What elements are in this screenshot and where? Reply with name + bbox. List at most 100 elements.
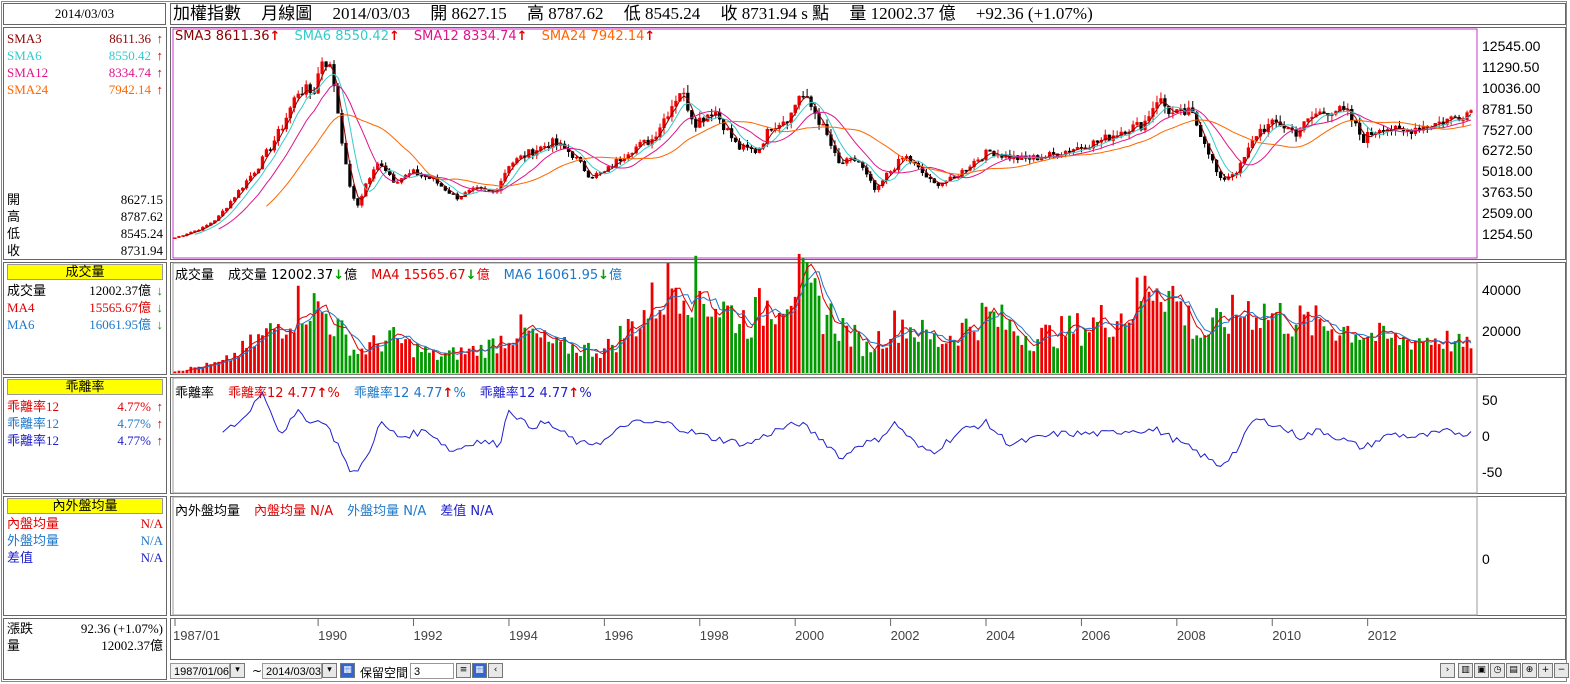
volume-bar: [237, 356, 240, 373]
volume-bar: [439, 356, 443, 373]
candle-body: [304, 84, 308, 95]
price-y-tick: 7527.00: [1482, 121, 1533, 138]
start-date-dropdown-icon[interactable]: ▾: [230, 663, 245, 678]
chart-tool-icon-2[interactable]: ▣: [1474, 663, 1489, 678]
candle-body: [1218, 171, 1223, 178]
volume-bar: [1338, 335, 1342, 373]
bias-y-tick: -50: [1482, 464, 1503, 481]
volume-bar: [1354, 335, 1358, 373]
volume-bar: [913, 337, 916, 373]
volume-bar: [487, 339, 491, 373]
scroll-left-icon[interactable]: ‹: [488, 663, 503, 678]
zoom-in-icon[interactable]: +: [1538, 663, 1553, 678]
volume-bar: [1258, 328, 1262, 373]
chart-tool-icon-5[interactable]: ⊕: [1522, 663, 1537, 678]
spin-icon[interactable]: ≡: [456, 663, 471, 678]
volume-bar: [936, 346, 940, 373]
volume-bar: [1469, 348, 1473, 373]
volume-bar: [940, 344, 944, 373]
volume-bar: [292, 332, 296, 373]
volume-bar: [1374, 340, 1378, 373]
volume-bar: [571, 344, 574, 373]
candle-body: [710, 114, 714, 117]
volume-bar: [284, 334, 288, 373]
volume-bar: [225, 355, 229, 373]
volume-bar: [1060, 316, 1063, 373]
bias-y-tick: 50: [1482, 392, 1498, 409]
x-tick-label: 1996: [604, 628, 634, 643]
chart-tool-icon-4[interactable]: ▤: [1506, 663, 1521, 678]
end-date-dropdown-icon[interactable]: ▾: [322, 663, 337, 678]
candle-body: [1143, 120, 1147, 131]
volume-bar: [503, 348, 507, 373]
price-y-tick: 3763.50: [1482, 184, 1533, 201]
volume-bar: [1394, 332, 1397, 373]
start-date-field[interactable]: 1987/01/06: [170, 663, 230, 679]
apply-reserve-icon[interactable]: ▦: [472, 663, 487, 678]
volume-bar: [909, 327, 912, 373]
volume-bar: [1362, 337, 1366, 373]
volume-bar: [587, 342, 590, 373]
inout-y-tick: 0: [1482, 551, 1490, 567]
volume-bar: [1346, 325, 1350, 373]
x-tick-label: 2008: [1176, 628, 1206, 643]
candle-body: [801, 95, 805, 98]
volume-bar: [1127, 322, 1131, 373]
volume-bar: [1318, 319, 1322, 373]
volume-bar: [384, 340, 388, 373]
volume-bar: [1282, 333, 1286, 373]
scroll-right-icon[interactable]: ›: [1440, 663, 1455, 678]
reserve-space-input[interactable]: 3: [410, 663, 454, 679]
volume-bar: [666, 263, 670, 373]
candle-body: [1135, 122, 1139, 125]
candle-body: [642, 139, 646, 143]
volume-bar: [1016, 335, 1020, 373]
volume-bar: [579, 356, 582, 373]
volume-bar: [1211, 317, 1215, 373]
volume-bar: [873, 350, 877, 373]
volume-bar: [253, 346, 256, 373]
chart-tool-icon-3[interactable]: ◷: [1490, 663, 1505, 678]
volume-bar: [765, 300, 769, 373]
candle-body: [1222, 177, 1227, 180]
volume-bar: [921, 319, 924, 373]
x-tick-label: 1994: [508, 628, 538, 643]
volume-y-tick: 40000: [1482, 281, 1521, 298]
x-tick-label: 2006: [1081, 628, 1111, 643]
volume-bar: [730, 305, 733, 373]
end-date-field[interactable]: 2014/03/03: [262, 663, 322, 679]
sma-line-sma6: [194, 73, 1472, 235]
candle-body: [308, 84, 312, 93]
bias-y-tick: 0: [1482, 428, 1490, 445]
volume-bar: [917, 341, 920, 373]
volume-bar: [821, 334, 825, 373]
volume-bar: [495, 353, 499, 373]
volume-bar: [1254, 317, 1258, 373]
volume-bar: [686, 314, 690, 373]
volume-bar: [205, 362, 209, 373]
bias-line: [222, 391, 1472, 473]
volume-bar: [1266, 320, 1270, 373]
volume-bar: [1163, 311, 1167, 373]
zoom-out-icon[interactable]: −: [1554, 663, 1569, 678]
volume-bar: [1425, 337, 1429, 373]
volume-bar: [658, 309, 662, 373]
candle-body: [296, 93, 300, 98]
candle-body: [725, 128, 730, 131]
candle-body: [356, 198, 360, 206]
volume-bar: [877, 331, 881, 373]
volume-bar: [1115, 321, 1119, 373]
volume-bar: [1243, 316, 1246, 373]
chart-tool-icon-1[interactable]: ▥: [1458, 663, 1473, 678]
volume-bar: [1286, 333, 1290, 373]
volume-bar: [463, 354, 467, 373]
volume-bar: [1402, 336, 1405, 373]
volume-bar: [320, 312, 324, 373]
volume-bar: [1147, 291, 1151, 373]
volume-bar: [1322, 326, 1326, 373]
volume-bar: [1390, 337, 1393, 373]
volume-bar: [1449, 351, 1453, 373]
volume-bar: [646, 318, 650, 373]
sma-line-sma12: [218, 84, 1472, 230]
apply-range-icon[interactable]: ▦: [340, 663, 355, 678]
